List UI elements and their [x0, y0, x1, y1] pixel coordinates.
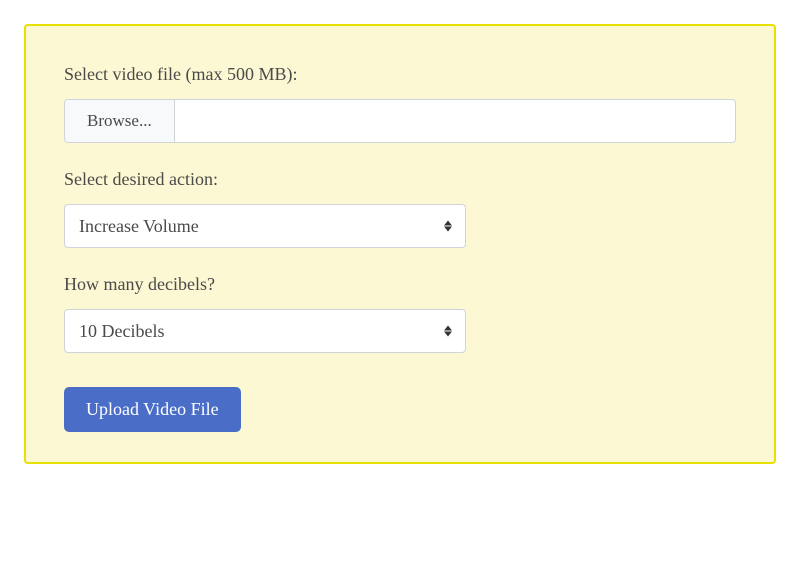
video-upload-form: Select video file (max 500 MB): Browse..…	[24, 24, 776, 464]
browse-button[interactable]: Browse...	[65, 100, 175, 142]
file-name-display	[175, 100, 735, 142]
decibels-select-wrapper: 10 Decibels	[64, 309, 466, 353]
file-input-wrapper[interactable]: Browse...	[64, 99, 736, 143]
action-select[interactable]: Increase Volume	[64, 204, 466, 248]
action-select-wrapper: Increase Volume	[64, 204, 466, 248]
decibels-select[interactable]: 10 Decibels	[64, 309, 466, 353]
action-field-group: Select desired action: Increase Volume	[64, 169, 736, 248]
file-input-label: Select video file (max 500 MB):	[64, 64, 736, 85]
action-select-label: Select desired action:	[64, 169, 736, 190]
file-field-group: Select video file (max 500 MB): Browse..…	[64, 64, 736, 143]
decibels-field-group: How many decibels? 10 Decibels	[64, 274, 736, 353]
upload-button[interactable]: Upload Video File	[64, 387, 241, 432]
decibels-select-label: How many decibels?	[64, 274, 736, 295]
